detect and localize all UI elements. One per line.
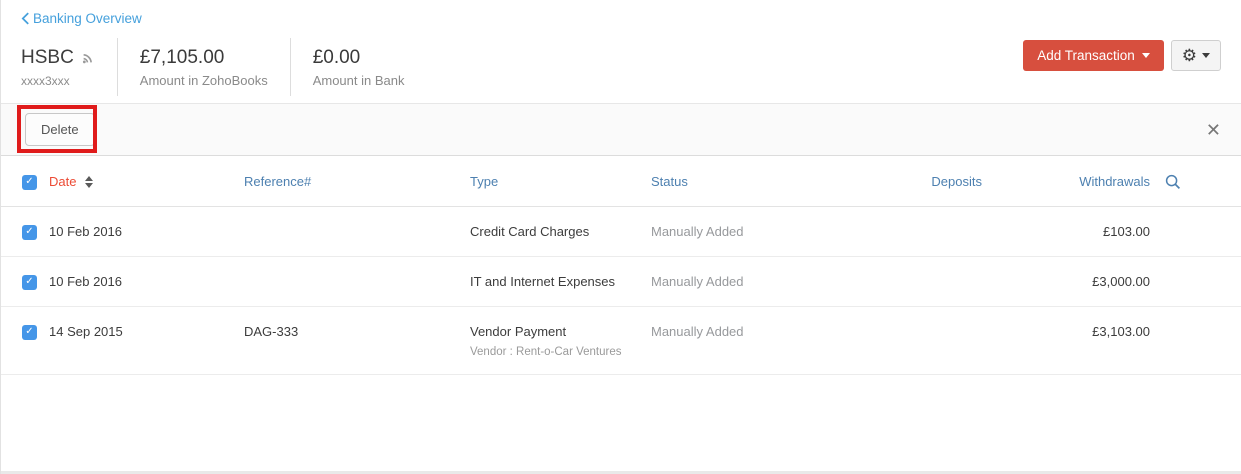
table-row[interactable]: 10 Feb 2016 IT and Internet Expenses Man… [1,257,1241,307]
column-header-deposits[interactable]: Deposits [861,156,982,189]
cell-deposits [861,207,982,224]
amount-in-zohobooks-value: £7,105.00 [140,47,268,69]
amount-in-zohobooks-label: Amount in ZohoBooks [140,73,268,88]
cell-deposits [861,257,982,274]
row-checkbox[interactable] [22,225,37,240]
account-block: HSBC xxxx3xxx [21,47,117,88]
cell-type-main: Vendor Payment [470,324,651,339]
feed-icon [81,51,95,65]
column-header-date[interactable]: Date [49,156,244,189]
cell-date: 14 Sep 2015 [49,307,244,339]
cell-type: Credit Card Charges [470,207,651,239]
row-checkbox[interactable] [22,275,37,290]
breadcrumb-back-link[interactable]: Banking Overview [21,11,142,26]
cell-reference [244,257,470,274]
column-header-date-label: Date [49,174,76,189]
bulk-actions-toolbar: Delete ✕ [1,103,1241,156]
select-all-checkbox[interactable] [22,175,37,190]
amount-in-zohobooks-block: £7,105.00 Amount in ZohoBooks [118,47,290,88]
gear-icon: ⚙ [1182,47,1197,64]
column-header-status[interactable]: Status [651,156,861,189]
amount-in-bank-block: £0.00 Amount in Bank [291,47,427,88]
sort-icon [85,176,93,188]
table-row[interactable]: 10 Feb 2016 Credit Card Charges Manually… [1,207,1241,257]
chevron-left-icon [21,12,30,25]
cell-withdrawals: £3,000.00 [982,257,1150,289]
column-header-type[interactable]: Type [470,156,651,189]
account-header: HSBC xxxx3xxx £7,105.00 Amount in ZohoBo… [21,38,1001,96]
add-transaction-button[interactable]: Add Transaction [1023,40,1164,71]
cell-type-sub: Vendor : Rent-o-Car Ventures [470,346,651,358]
table-row[interactable]: 14 Sep 2015 DAG-333 Vendor Payment Vendo… [1,307,1241,375]
amount-in-bank-value: £0.00 [313,47,405,69]
transactions-table: Date Reference# Type Status Deposits Wit… [1,156,1241,375]
cell-date: 10 Feb 2016 [49,257,244,289]
cell-status: Manually Added [651,307,861,339]
cell-reference [244,207,470,224]
close-icon[interactable]: ✕ [1206,121,1221,139]
table-header-row: Date Reference# Type Status Deposits Wit… [1,156,1241,207]
chevron-down-icon [1142,53,1150,58]
account-name: HSBC [21,47,74,69]
header-actions: Add Transaction ⚙ [1023,40,1221,71]
cell-date: 10 Feb 2016 [49,207,244,239]
add-transaction-label: Add Transaction [1037,48,1135,63]
cell-reference: DAG-333 [244,307,470,339]
amount-in-bank-label: Amount in Bank [313,73,405,88]
cell-withdrawals: £103.00 [982,207,1150,239]
cell-type: IT and Internet Expenses [470,257,651,289]
search-button[interactable] [1150,156,1241,193]
column-header-withdrawals[interactable]: Withdrawals [982,156,1150,189]
column-header-reference[interactable]: Reference# [244,156,470,189]
breadcrumb-label: Banking Overview [33,11,142,26]
cell-status: Manually Added [651,207,861,239]
cell-type: Vendor Payment Vendor : Rent-o-Car Ventu… [470,307,651,358]
account-number-masked: xxxx3xxx [21,74,95,88]
cell-withdrawals: £3,103.00 [982,307,1150,339]
delete-button[interactable]: Delete [25,113,95,146]
chevron-down-icon [1202,53,1210,58]
cell-deposits [861,307,982,324]
cell-status: Manually Added [651,257,861,289]
banking-transactions-page: Banking Overview HSBC xxxx3xxx £7,105.00… [0,0,1241,474]
search-icon [1165,174,1181,190]
row-checkbox[interactable] [22,325,37,340]
settings-button[interactable]: ⚙ [1171,40,1221,71]
